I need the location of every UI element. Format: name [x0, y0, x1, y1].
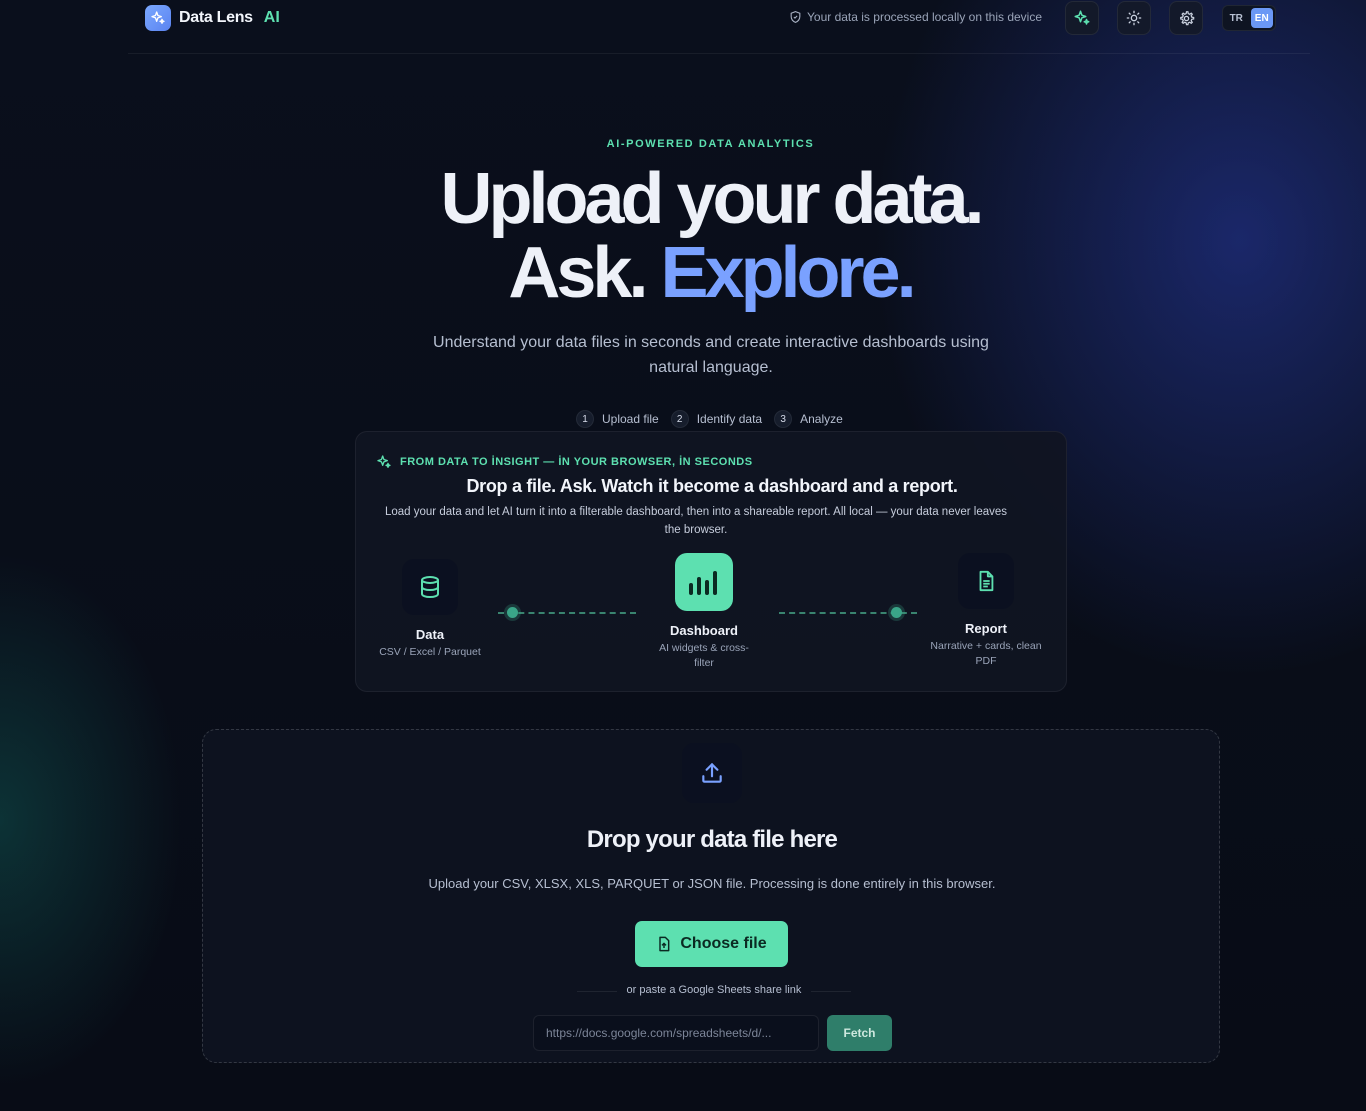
- or-divider-text: or paste a Google Sheets share link: [577, 984, 851, 996]
- sparkle-icon: [377, 455, 391, 468]
- node-label: Report: [965, 621, 1007, 636]
- upload-description: Upload your CSV, XLSX, XLS, PARQUET or J…: [428, 876, 996, 891]
- upload-dropzone[interactable]: Drop your data file here Upload your CSV…: [202, 729, 1220, 1063]
- node-sub: CSV / Excel / Parquet: [379, 646, 481, 658]
- hero-title: Upload your data. Ask. Explore.: [0, 162, 1366, 310]
- gear-icon: [1179, 10, 1194, 25]
- settings-button[interactable]: [1169, 1, 1203, 35]
- flow-dot: [507, 607, 518, 618]
- hero-eyebrow: AI-POWERED DATA ANALYTICS: [606, 138, 815, 150]
- shield-icon: [790, 11, 801, 24]
- hero-title-line2: Ask. Explore.: [55, 236, 1366, 310]
- upload-title: Drop your data file here: [586, 826, 838, 853]
- ai-sparkle-button[interactable]: [1065, 1, 1099, 35]
- sparkle-logo-icon: [145, 5, 171, 31]
- step-label: Identify data: [696, 412, 763, 426]
- step-number: 3: [774, 410, 793, 428]
- lang-tr-button[interactable]: TR: [1225, 8, 1248, 28]
- sparkle-icon: [1074, 10, 1090, 25]
- top-header: Data Lens AI Your data is processed loca…: [128, 0, 1310, 54]
- brand-name: Data Lens: [179, 9, 253, 26]
- insight-tag: FROM DATA TO İNSIGHT — İN YOUR BROWSER, …: [376, 454, 753, 470]
- step-identify: 2 Identify data: [670, 410, 763, 428]
- hero-subtitle: Understand your data files in seconds an…: [433, 334, 989, 376]
- page: Data Lens AI Your data is processed loca…: [0, 0, 1366, 1111]
- node-label: Data: [415, 627, 445, 642]
- hero-title-accent: Explore.: [660, 233, 917, 313]
- step-number: 1: [576, 410, 594, 428]
- step-label: Upload file: [602, 412, 659, 426]
- flow-connector: [498, 612, 636, 614]
- step-upload: 1 Upload file: [576, 410, 659, 428]
- flow-node-data: Data CSV / Excel / Parquet: [370, 559, 490, 660]
- lang-en-button[interactable]: EN: [1250, 8, 1273, 28]
- fetch-button[interactable]: Fetch: [827, 1015, 892, 1051]
- node-label: Dashboard: [670, 623, 738, 638]
- flow-node-dashboard: Dashboard AI widgets & cross-filter: [644, 553, 764, 671]
- sun-icon: [1126, 10, 1142, 26]
- database-icon: [402, 559, 458, 615]
- privacy-notice: Your data is processed locally on this d…: [789, 10, 1042, 24]
- flow-dot: [891, 607, 902, 618]
- language-switcher: TR EN: [1222, 5, 1276, 31]
- brand-ai-label: AI: [263, 9, 280, 26]
- choose-file-label: Choose file: [680, 935, 767, 952]
- hero-title-line1: Upload your data.: [440, 159, 984, 239]
- node-sub: Narrative + cards, clean PDF: [930, 640, 1042, 667]
- privacy-text: Your data is processed locally on this d…: [807, 10, 1043, 24]
- insight-tag-text: FROM DATA TO İNSIGHT — İN YOUR BROWSER, …: [400, 456, 753, 468]
- steps-indicator: 1 Upload file 2 Identify data 3 Analyze: [576, 410, 847, 428]
- brand[interactable]: Data Lens AI: [145, 5, 280, 31]
- upload-icon: [682, 743, 742, 803]
- insight-card: FROM DATA TO İNSIGHT — İN YOUR BROWSER, …: [355, 431, 1067, 692]
- hero-title-plain: Ask.: [508, 233, 648, 313]
- choose-file-button[interactable]: Choose file: [635, 921, 788, 967]
- node-sub: AI widgets & cross-filter: [659, 642, 749, 669]
- step-number: 2: [670, 410, 689, 428]
- insight-description: Load your data and let AI turn it into a…: [384, 506, 1008, 536]
- theme-toggle-button[interactable]: [1117, 1, 1151, 35]
- document-icon: [958, 553, 1014, 609]
- insight-title: Drop a file. Ask. Watch it become a dash…: [466, 476, 958, 496]
- bar-chart-icon: [675, 553, 733, 611]
- google-sheets-url-input[interactable]: [533, 1015, 819, 1051]
- step-label: Analyze: [800, 412, 843, 426]
- file-upload-icon: [659, 936, 670, 952]
- flow-node-report: Report Narrative + cards, clean PDF: [921, 553, 1051, 669]
- step-analyze: 3 Analyze: [774, 410, 843, 428]
